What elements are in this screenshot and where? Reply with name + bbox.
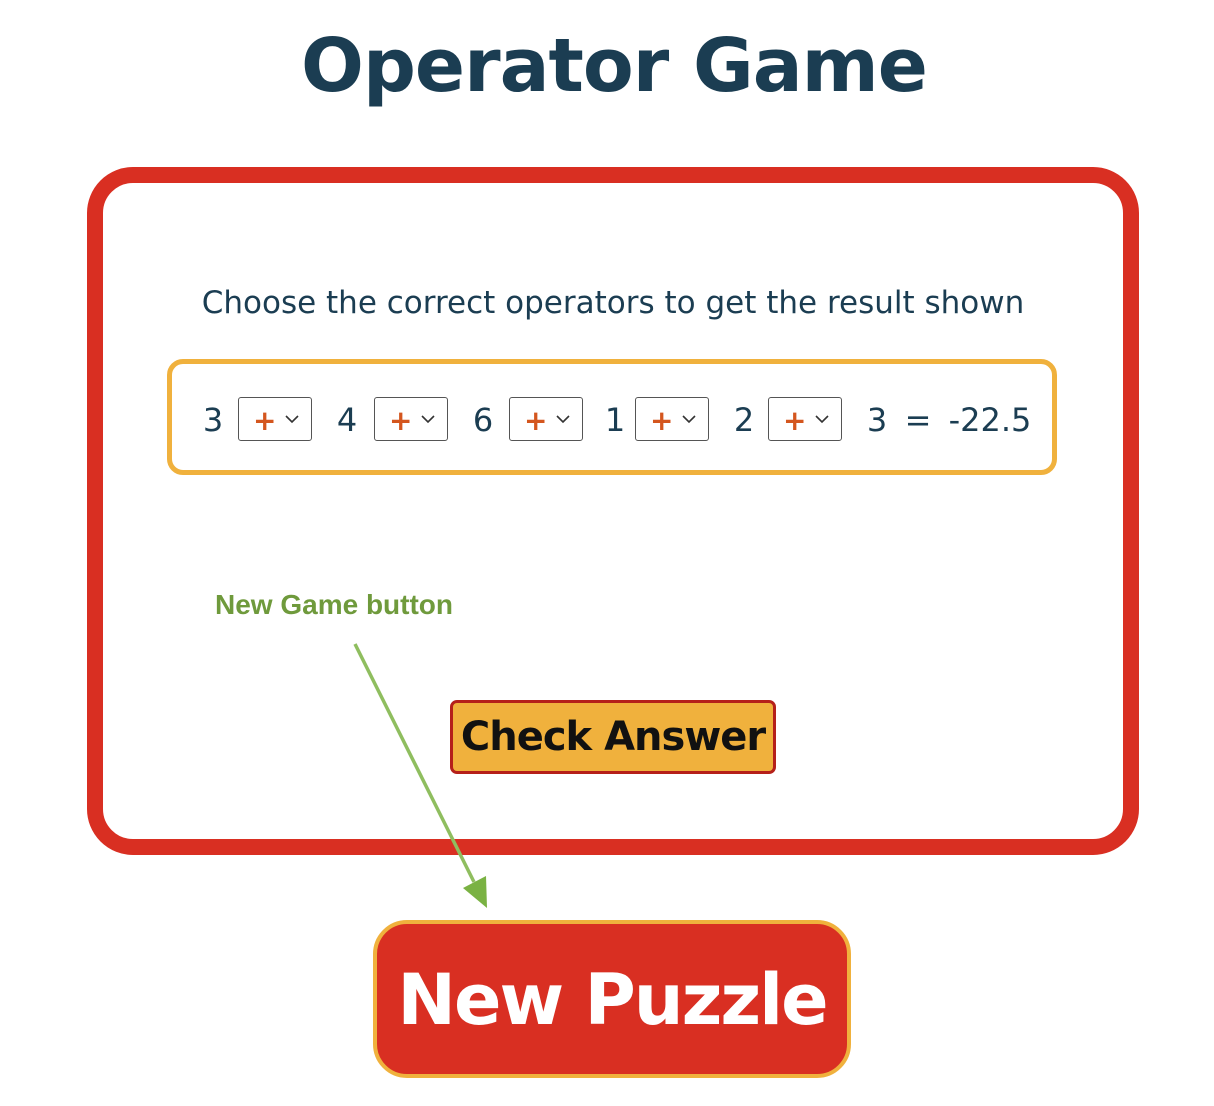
operator-value: +	[524, 404, 548, 437]
chevron-down-icon	[682, 415, 696, 424]
instruction-text: Choose the correct operators to get the …	[201, 285, 1025, 321]
equals-sign: =	[904, 401, 932, 439]
equation-panel: 3 + 4 + 6 + 1 + 2 + 3 = -22.5	[167, 359, 1057, 475]
equation-number-2: 4	[336, 401, 358, 439]
operator-value: +	[253, 404, 277, 437]
equation-number-3: 6	[472, 401, 494, 439]
annotation-label: New Game button	[215, 589, 454, 620]
operator-select-1[interactable]: +	[238, 397, 312, 441]
new-puzzle-button[interactable]: New Puzzle	[373, 920, 851, 1078]
equation-number-6: 3	[866, 401, 888, 439]
page-title: Operator Game	[301, 23, 928, 109]
operator-select-3[interactable]: +	[509, 397, 583, 441]
chevron-down-icon	[815, 415, 829, 424]
operator-select-5[interactable]: +	[768, 397, 842, 441]
chevron-down-icon	[556, 415, 570, 424]
operator-select-4[interactable]: +	[635, 397, 709, 441]
equation-number-1: 3	[202, 401, 224, 439]
equation-result: -22.5	[948, 401, 1032, 439]
equation-number-4: 1	[604, 401, 626, 439]
operator-value: +	[650, 404, 674, 437]
equation-number-5: 2	[733, 401, 755, 439]
operator-value: +	[783, 404, 807, 437]
chevron-down-icon	[421, 415, 435, 424]
operator-select-2[interactable]: +	[374, 397, 448, 441]
check-answer-button[interactable]: Check Answer	[450, 700, 776, 774]
operator-value: +	[389, 404, 413, 437]
chevron-down-icon	[285, 415, 299, 424]
